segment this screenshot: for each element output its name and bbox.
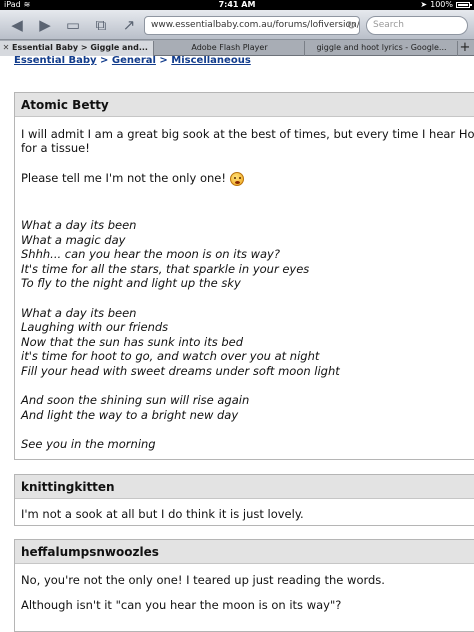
clock: 7:41 AM [218,0,256,9]
breadcrumb-link-general[interactable]: General [112,56,156,66]
url-text: www.essentialbaby.com.au/forums/lofivers… [151,20,360,30]
lyric-line: Now that the sun has sunk into its bed [21,335,244,349]
post-text: I'm not a sook at all but I do think it … [21,507,304,521]
lyric-line: And soon the shining sun will rise again [21,393,250,407]
post-author: knittingkitten [15,475,474,499]
bookmarks-icon[interactable]: ▭ [62,15,84,35]
battery-percent: 100% [430,0,453,9]
battery-icon [456,2,472,8]
lyric-line: What a day its been [21,306,137,320]
forum-post: heffalumpsnwoozles No, you're not the on… [14,539,474,632]
post-text: for a tissue! [21,141,90,155]
tab-label: Adobe Flash Player [191,43,268,52]
post-author: heffalumpsnwoozles [15,540,474,564]
forum-post: Atomic Betty I will admit I am a great b… [14,92,474,460]
breadcrumb-link-miscellaneous[interactable]: Miscellaneous [171,56,251,66]
tab-bar: ✕ Essential Baby > Giggle and... Adobe Fl… [0,40,474,56]
emoticon-icon [229,171,244,186]
lyric-line: Fill your head with sweet dreams under s… [21,364,340,378]
lyric-line: And light the way to a bright new day [21,408,239,422]
status-bar: iPad ≋ 7:41 AM ➤ 100% [0,0,474,10]
post-text: No, you're not the only one! I teared up… [21,573,385,587]
battery-fill [458,4,468,6]
tab-google-search[interactable]: giggle and hoot lyrics - Google... [306,41,458,56]
lyric-line: It's time for all the stars, that sparkl… [21,262,310,276]
breadcrumb-separator: > [159,56,168,66]
tab-flash-player[interactable]: Adobe Flash Player [155,41,305,56]
browser-toolbar: ◀ ▶ ▭ ⧉ ↗ www.essentialbaby.com.au/forum… [0,10,474,40]
post-text-span: Please tell me I'm not the only one! [21,171,226,185]
back-arrow-icon[interactable]: ◀ [6,15,28,35]
post-author: Atomic Betty [15,93,474,117]
search-placeholder: Search [373,20,404,30]
close-tab-icon[interactable]: ✕ [0,41,12,55]
forward-arrow-icon[interactable]: ▶ [34,15,56,35]
post-text: Please tell me I'm not the only one! [21,171,244,186]
location-icon: ➤ [420,0,428,9]
lyric-line: it's time for hoot to go, and watch over… [21,349,320,363]
post-text: Although isn't it "can you hear the moon… [21,598,342,612]
new-tab-icon[interactable]: + [458,40,472,55]
share-icon[interactable]: ↗ [118,15,140,35]
tab-label: Essential Baby > Giggle and... [12,43,148,52]
lyric-line: To fly to the night and light up the sky [21,276,241,290]
pages-icon[interactable]: ⧉ [90,15,112,35]
address-bar[interactable]: www.essentialbaby.com.au/forums/lofivers… [144,16,360,35]
forum-post: knittingkitten I'm not a sook at all but… [14,474,474,526]
breadcrumb-link-home[interactable]: Essential Baby [14,56,97,66]
lyric-line: What a magic day [21,233,126,247]
lyric-line: Shhh... can you hear the moon is on its … [21,247,280,261]
post-text: I will admit I am a great big sook at th… [21,127,474,141]
tab-label: giggle and hoot lyrics - Google... [316,43,447,52]
breadcrumb-separator: > [100,56,109,66]
breadcrumb: Essential Baby > General > Miscellaneous [14,56,251,66]
tab-essential-baby[interactable]: ✕ Essential Baby > Giggle and... [0,41,154,56]
reload-icon[interactable]: ↻ [347,17,356,34]
search-input[interactable]: Search [366,16,468,35]
lyric-line: What a day its been [21,218,137,232]
lyric-line: Laughing with our friends [21,320,169,334]
lyric-line: See you in the morning [21,437,156,451]
page-content: Essential Baby > General > Miscellaneous… [0,56,474,632]
